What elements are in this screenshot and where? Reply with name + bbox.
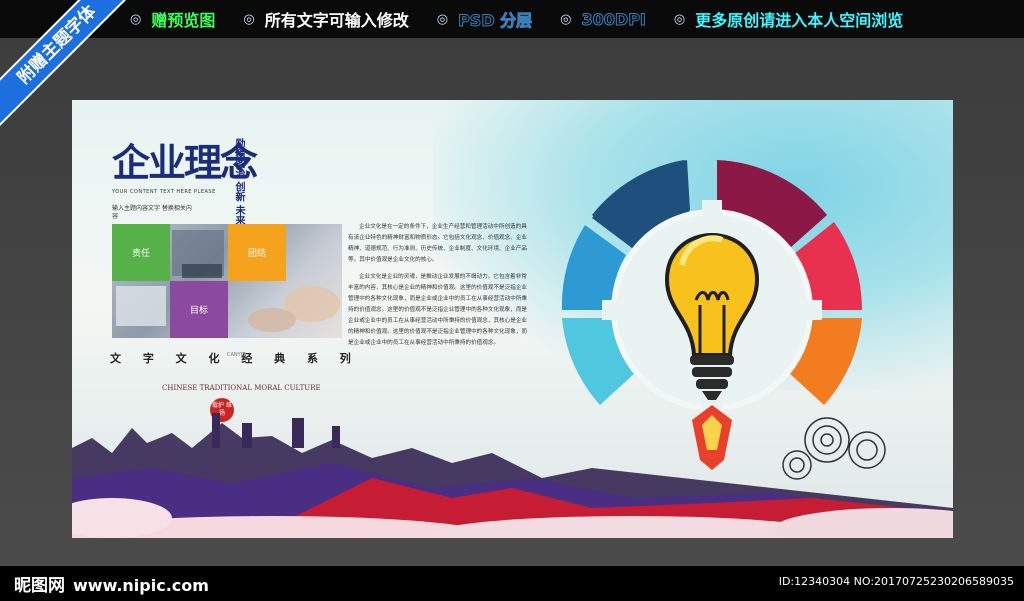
tile-responsibility: 责任 <box>112 224 170 281</box>
footer-bar: 昵图网 www.nipic.com ID:12340304 NO:20170725… <box>0 566 1024 601</box>
paragraph: 企业文化是在一定的条件下，企业生产经营和管理活动中所创造的具有该企业特色的精神财… <box>348 224 528 263</box>
paragraph: 企业文化是企业的灵魂，是推动企业发展的不竭动力。它包含着非常丰富的内容，其核心是… <box>348 274 528 346</box>
bullet-icon: ◎ <box>243 11 255 27</box>
banner-item-dpi: ◎ 300DPI <box>560 9 646 29</box>
tile-unity: 团结 <box>228 224 286 281</box>
tile-goal: 目标 <box>170 281 228 338</box>
vertical-title: 励精图治 创新 未来 <box>233 138 244 225</box>
banner-item-more: ◎ 更多原创请进入本人空间浏览 <box>673 11 904 30</box>
bullet-icon: ◎ <box>436 11 449 27</box>
site-url: www.nipic.com <box>73 576 209 595</box>
series-brand: CANYIN <box>227 352 246 358</box>
swirl-cloud-icon <box>782 417 886 480</box>
bullet-icon: ◎ <box>130 11 142 27</box>
banner-item-preview: ◎ 赠预览图 <box>130 11 216 30</box>
poster: 企业理念 YOUR CONTENT TEXT HERE PLEASE 输入主题内… <box>72 100 953 538</box>
lightbulb-gear-graphic <box>561 160 886 480</box>
feature-banner: ◎ 赠预览图 ◎ 所有文字可输入修改 ◎ PSD 分层 ◎ 300DPI ◎ 更… <box>0 0 1024 38</box>
bullet-icon: ◎ <box>560 11 572 27</box>
body-text: 企业文化是在一定的条件下，企业生产经营和管理活动中所创造的具有该企业特色的精神财… <box>348 222 530 355</box>
banner-item-psd: ◎ PSD 分层 <box>436 11 533 31</box>
banner-item-editable: ◎ 所有文字可输入修改 <box>243 11 409 30</box>
subtitle-cn: 输入主题内容文字 替换相关内容 <box>112 205 192 220</box>
bullet-icon: ◎ <box>673 11 686 27</box>
image-id: ID:12340304 NO:20170725230206589035 <box>778 575 1014 588</box>
series-subtitle: CHINESE TRADITIONAL MORAL CULTURE <box>162 384 321 392</box>
photo-grid: 责任 团结 目标 <box>112 224 342 338</box>
site-logo: 昵图网 www.nipic.com <box>14 576 209 596</box>
